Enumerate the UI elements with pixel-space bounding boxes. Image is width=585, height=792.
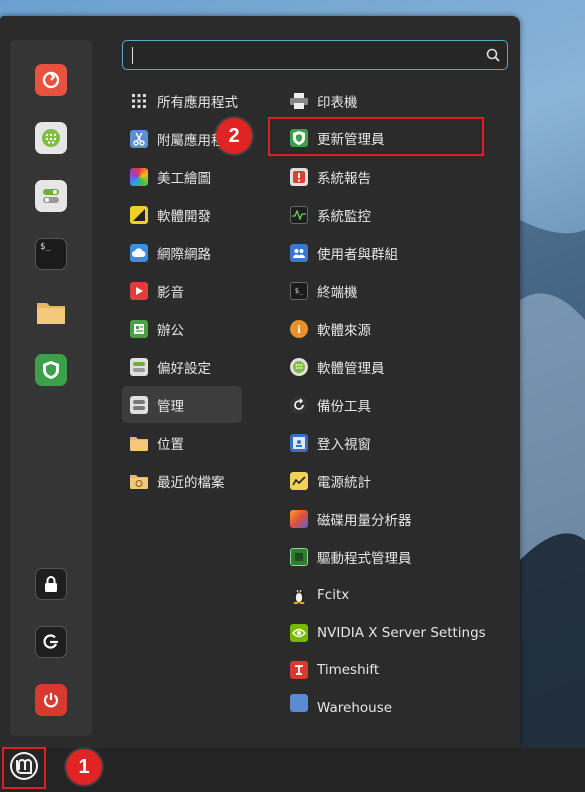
text-caret	[132, 47, 133, 64]
category-label: 軟體開發	[157, 209, 211, 225]
printer-icon	[290, 92, 308, 110]
app-label: 系統報告	[317, 171, 371, 187]
software-manager-icon[interactable]	[35, 122, 67, 154]
app-software-sources[interactable]: i 軟體來源	[282, 311, 512, 347]
toggle-icon	[130, 395, 148, 414]
terminal-icon: $_	[290, 282, 308, 300]
monitor-graph-icon	[290, 206, 308, 224]
category-label: 影音	[157, 285, 184, 301]
step-badge-1: 1	[66, 749, 102, 785]
toggle-icon	[130, 358, 148, 376]
users-icon	[290, 244, 308, 262]
settings-icon[interactable]	[35, 180, 67, 212]
backup-icon	[290, 396, 308, 414]
app-power-statistics[interactable]: 電源統計	[282, 463, 512, 499]
disk-usage-icon	[290, 510, 308, 528]
search-input[interactable]	[131, 45, 475, 67]
app-fcitx[interactable]: Fcitx	[282, 577, 512, 613]
ruler-icon	[130, 206, 148, 224]
category-programming[interactable]: 軟體開發	[122, 197, 242, 233]
penguin-icon	[290, 586, 308, 604]
category-label: 網際網路	[157, 247, 211, 263]
app-label: Warehouse	[317, 700, 393, 712]
app-software-manager[interactable]: 軟體管理員	[282, 349, 512, 385]
files-icon[interactable]	[35, 296, 67, 328]
category-label: 位置	[157, 437, 184, 453]
info-icon: i	[290, 320, 308, 338]
firefox-icon[interactable]	[35, 64, 67, 96]
app-backup-tool[interactable]: 備份工具	[282, 387, 512, 423]
app-driver-manager[interactable]: 驅動程式管理員	[282, 539, 512, 575]
category-label: 所有應用程式	[157, 95, 238, 111]
menu-button[interactable]	[2, 747, 46, 789]
software-manager-icon	[290, 358, 308, 376]
app-label: 電源統計	[317, 475, 371, 491]
favorites-sidebar: $_	[10, 40, 92, 736]
app-users-groups[interactable]: 使用者與群組	[282, 235, 512, 271]
category-label: 最近的檔案	[157, 475, 225, 491]
app-timeshift[interactable]: Timeshift	[282, 652, 512, 688]
category-label: 美工繪圖	[157, 171, 211, 187]
category-office[interactable]: 辦公	[122, 311, 242, 347]
app-label: 軟體管理員	[317, 361, 385, 377]
category-recent-files[interactable]: 最近的檔案	[122, 463, 242, 499]
category-internet[interactable]: 網際網路	[122, 235, 242, 271]
app-warehouse[interactable]: Warehouse	[282, 692, 512, 712]
category-administration[interactable]: 管理	[122, 386, 242, 423]
login-window-icon	[290, 434, 308, 452]
app-system-monitor[interactable]: 系統監控	[282, 197, 512, 233]
step-badge-2: 2	[216, 118, 252, 154]
app-label: 驅動程式管理員	[317, 551, 412, 567]
app-label: NVIDIA X Server Settings	[317, 625, 486, 641]
app-login-window[interactable]: 登入視窗	[282, 425, 512, 461]
chip-icon	[290, 548, 308, 566]
app-terminal[interactable]: $_ 終端機	[282, 273, 512, 309]
scissors-icon	[130, 130, 148, 148]
nvidia-icon	[290, 624, 308, 642]
update-manager-icon[interactable]	[35, 354, 67, 386]
recent-folder-icon	[130, 472, 148, 490]
app-nvidia-settings[interactable]: NVIDIA X Server Settings	[282, 615, 512, 651]
linux-mint-logo-icon	[8, 750, 40, 786]
category-label: 辦公	[157, 323, 184, 339]
category-label: 管理	[157, 398, 184, 415]
palette-icon	[130, 168, 148, 186]
power-icon[interactable]	[35, 684, 67, 716]
category-all-apps[interactable]: 所有應用程式	[122, 83, 242, 119]
category-preferences[interactable]: 偏好設定	[122, 349, 242, 385]
app-system-reports[interactable]: 系統報告	[282, 159, 512, 195]
app-label: 備份工具	[317, 399, 371, 415]
search-icon[interactable]	[486, 47, 500, 66]
app-label: 系統監控	[317, 209, 371, 225]
category-multimedia[interactable]: 影音	[122, 273, 242, 309]
logout-icon[interactable]	[35, 626, 67, 658]
terminal-icon[interactable]: $_	[35, 238, 67, 270]
app-label: 軟體來源	[317, 323, 371, 339]
app-label: 印表機	[317, 95, 358, 111]
timeshift-icon	[290, 661, 308, 679]
app-disk-usage-analyzer[interactable]: 磁碟用量分析器	[282, 501, 512, 537]
app-label: 磁碟用量分析器	[317, 513, 412, 529]
app-label: 登入視窗	[317, 437, 371, 453]
power-graph-icon	[290, 472, 308, 490]
play-icon	[130, 282, 148, 300]
cloud-icon	[130, 244, 148, 262]
app-label: Timeshift	[317, 662, 380, 678]
warehouse-icon	[290, 694, 308, 712]
highlight-box-update-manager	[268, 117, 484, 156]
document-icon	[130, 320, 148, 338]
folder-icon	[130, 434, 148, 452]
category-places[interactable]: 位置	[122, 425, 242, 461]
app-label: 終端機	[317, 285, 358, 301]
search-box[interactable]	[122, 40, 508, 70]
grid-icon	[130, 92, 148, 110]
category-graphics[interactable]: 美工繪圖	[122, 159, 242, 195]
app-printers[interactable]: 印表機	[282, 83, 512, 119]
alert-icon	[290, 168, 308, 186]
app-label: 使用者與群組	[317, 247, 398, 263]
lock-icon[interactable]	[35, 568, 67, 600]
category-label: 偏好設定	[157, 361, 211, 377]
app-label: Fcitx	[317, 587, 350, 603]
